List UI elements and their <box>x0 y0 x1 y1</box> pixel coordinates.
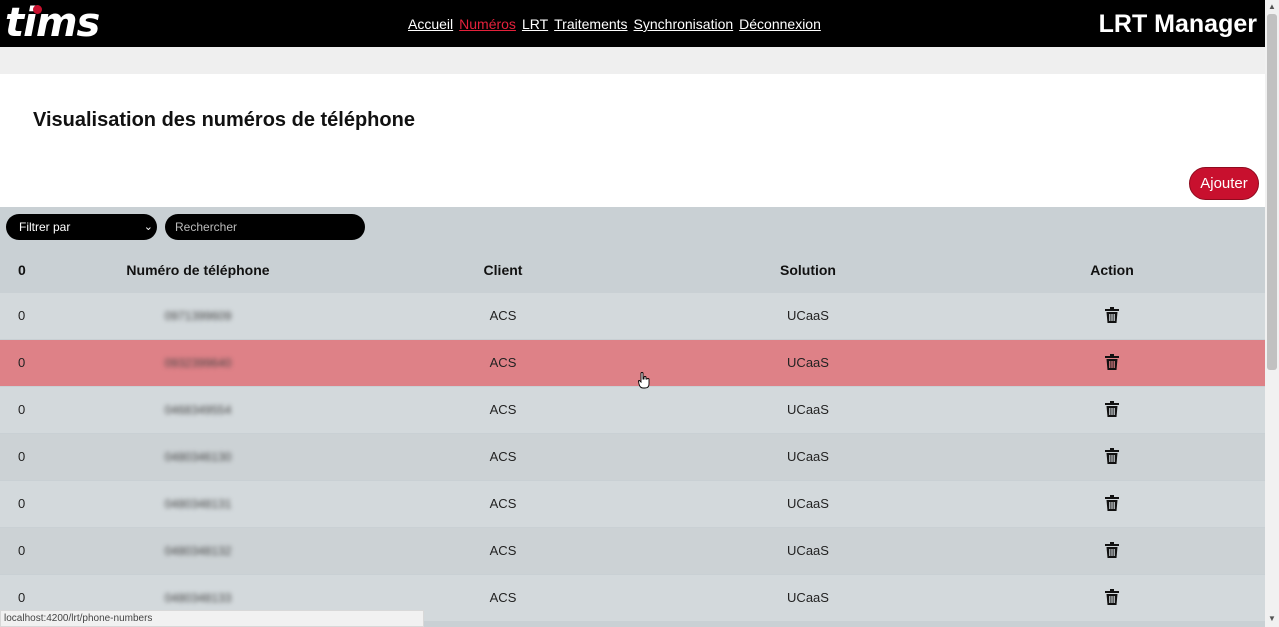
row-index: 0 <box>18 402 26 417</box>
delete-button[interactable] <box>1105 481 1119 527</box>
nav-link-numeros[interactable]: Numéros <box>459 16 516 32</box>
trash-icon <box>1105 307 1119 324</box>
trash-icon <box>1105 542 1119 559</box>
delete-button[interactable] <box>1105 293 1119 339</box>
nav-link-traitements[interactable]: Traitements <box>554 16 627 32</box>
delete-button[interactable] <box>1105 575 1119 621</box>
row-phone: 0971399609 <box>164 309 232 323</box>
scrollbar-thumb[interactable] <box>1267 14 1277 370</box>
row-phone: 0932399640 <box>164 356 232 370</box>
table-row[interactable]: 0 0480346130 ACS UCaaS <box>0 434 1265 480</box>
trash-icon <box>1105 495 1119 512</box>
row-solution: UCaaS <box>787 308 829 323</box>
table-header: 0 Numéro de téléphone Client Solution Ac… <box>0 247 1265 293</box>
trash-icon <box>1105 354 1119 371</box>
row-index: 0 <box>18 496 26 511</box>
row-solution: UCaaS <box>787 496 829 511</box>
table-row[interactable]: 0 0468349554 ACS UCaaS <box>0 387 1265 433</box>
row-client: ACS <box>489 590 517 605</box>
chevron-down-icon: ⌄ <box>143 221 153 233</box>
row-solution: UCaaS <box>787 543 829 558</box>
row-client: ACS <box>489 543 517 558</box>
row-solution: UCaaS <box>787 590 829 605</box>
row-client: ACS <box>489 449 517 464</box>
trash-icon <box>1105 589 1119 606</box>
nav-link-accueil[interactable]: Accueil <box>408 16 453 32</box>
filter-select[interactable]: Filtrer par ⌄ <box>6 214 157 240</box>
header-action: Action <box>1090 262 1134 278</box>
app-title: LRT Manager <box>1098 10 1257 38</box>
row-phone: 0480346130 <box>164 450 232 464</box>
row-client: ACS <box>489 496 517 511</box>
row-phone: 0468349554 <box>164 403 232 417</box>
nav-link-deconnexion[interactable]: Déconnexion <box>739 16 821 32</box>
scroll-down-arrow-icon[interactable]: ▼ <box>1268 614 1276 623</box>
row-client: ACS <box>489 355 517 370</box>
tims-logo[interactable]: tims <box>5 0 100 46</box>
hand-cursor-icon <box>638 372 650 389</box>
add-button[interactable]: Ajouter <box>1189 167 1259 200</box>
top-navbar: tims Accueil Numéros LRT Traitements Syn… <box>0 0 1265 47</box>
table-row[interactable]: 0 0480348132 ACS UCaaS <box>0 528 1265 574</box>
trash-icon <box>1105 448 1119 465</box>
phone-numbers-table: Filtrer par ⌄ 0 Numéro de téléphone Clie… <box>0 207 1265 627</box>
row-index: 0 <box>18 543 26 558</box>
row-index: 0 <box>18 308 26 323</box>
main-nav: Accueil Numéros LRT Traitements Synchron… <box>408 16 821 32</box>
search-input[interactable] <box>165 214 365 240</box>
delete-button[interactable] <box>1105 528 1119 574</box>
row-client: ACS <box>489 308 517 323</box>
row-phone: 0480348131 <box>164 497 232 511</box>
trash-icon <box>1105 401 1119 418</box>
delete-button[interactable] <box>1105 387 1119 433</box>
delete-button[interactable] <box>1105 340 1119 386</box>
row-solution: UCaaS <box>787 355 829 370</box>
sub-header-band <box>0 47 1265 74</box>
header-solution[interactable]: Solution <box>780 247 836 293</box>
vertical-scrollbar[interactable]: ▲ ▼ <box>1265 0 1279 627</box>
row-solution: UCaaS <box>787 402 829 417</box>
page-title: Visualisation des numéros de téléphone <box>33 109 415 131</box>
row-phone: 0480348132 <box>164 544 232 558</box>
row-solution: UCaaS <box>787 449 829 464</box>
filter-bar: Filtrer par ⌄ <box>6 214 365 240</box>
row-client: ACS <box>489 402 517 417</box>
table-row[interactable]: 0 0971399609 ACS UCaaS <box>0 293 1265 339</box>
row-index: 0 <box>18 449 26 464</box>
header-phone[interactable]: Numéro de téléphone <box>126 247 269 293</box>
nav-link-lrt[interactable]: LRT <box>522 16 548 32</box>
table-row[interactable]: 0 0480348131 ACS UCaaS <box>0 481 1265 527</box>
logo-dot <box>33 5 42 14</box>
scroll-up-arrow-icon[interactable]: ▲ <box>1268 2 1276 11</box>
delete-button[interactable] <box>1105 434 1119 480</box>
filter-select-value: Filtrer par <box>19 220 71 234</box>
row-index: 0 <box>18 355 26 370</box>
header-client[interactable]: Client <box>484 247 523 293</box>
header-index: 0 <box>18 262 26 278</box>
table-row[interactable]: 0 0932399640 ACS UCaaS <box>0 340 1265 386</box>
browser-status-bar: localhost:4200/lrt/phone-numbers <box>0 610 424 627</box>
nav-link-synchronisation[interactable]: Synchronisation <box>634 16 734 32</box>
